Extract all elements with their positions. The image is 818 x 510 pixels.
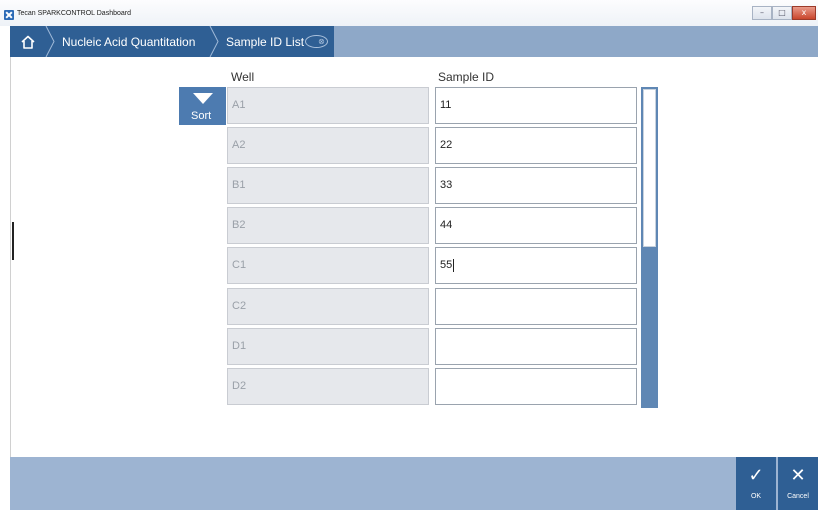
minimize-button[interactable]: – bbox=[752, 6, 772, 20]
window-titlebar: Tecan SPARKCONTROL Dashboard – □ x bbox=[0, 0, 818, 26]
sample-id-input[interactable]: 22 bbox=[435, 127, 637, 164]
left-divider bbox=[10, 57, 11, 457]
text-cursor-marker bbox=[12, 222, 14, 260]
sample-id-input[interactable]: 55 bbox=[435, 247, 637, 284]
sample-id-input[interactable] bbox=[435, 328, 637, 365]
breadcrumb-item-nucleic-acid-quantitation[interactable]: Nucleic Acid Quantitation bbox=[46, 26, 216, 57]
well-cell: D1 bbox=[227, 328, 429, 365]
well-cell: A1 bbox=[227, 87, 429, 124]
well-cell: B1 bbox=[227, 167, 429, 204]
cancel-label: Cancel bbox=[787, 493, 809, 500]
sample-id-input[interactable] bbox=[435, 368, 637, 405]
home-button[interactable] bbox=[10, 26, 46, 57]
app-logo-icon bbox=[4, 10, 14, 20]
breadcrumb: Nucleic Acid Quantitation Sample ID List… bbox=[10, 26, 818, 57]
well-cell: B2 bbox=[227, 207, 429, 244]
cancel-button[interactable]: ✕ Cancel bbox=[778, 457, 818, 510]
close-tab-icon[interactable]: ⊗ bbox=[305, 35, 328, 48]
text-caret bbox=[453, 258, 455, 272]
sample-id-input[interactable]: 33 bbox=[435, 167, 637, 204]
close-window-button[interactable]: x bbox=[792, 6, 816, 20]
sample-id-value: 22 bbox=[440, 139, 453, 151]
breadcrumb-item-sample-id-list: Sample ID List ⊗ bbox=[216, 26, 334, 57]
column-header-well: Well bbox=[231, 70, 255, 84]
sort-button[interactable]: Sort bbox=[179, 87, 226, 125]
sample-id-value: 33 bbox=[440, 179, 453, 191]
ok-label: OK bbox=[750, 493, 762, 500]
well-cell: A2 bbox=[227, 127, 429, 164]
breadcrumb-label: Sample ID List bbox=[226, 34, 305, 49]
vertical-scrollbar[interactable] bbox=[641, 87, 658, 408]
sample-id-input[interactable] bbox=[435, 288, 637, 325]
footer-bar bbox=[10, 457, 818, 510]
sample-id-value: 55 bbox=[440, 259, 453, 271]
breadcrumb-label: Nucleic Acid Quantitation bbox=[62, 34, 196, 49]
maximize-button[interactable]: □ bbox=[772, 6, 792, 20]
ok-button[interactable]: ✓ OK bbox=[736, 457, 776, 510]
sample-id-value: 44 bbox=[440, 219, 453, 231]
sample-id-input[interactable]: 44 bbox=[435, 207, 637, 244]
chevron-right-icon bbox=[45, 26, 55, 57]
scrollbar-thumb[interactable] bbox=[643, 89, 656, 247]
home-icon bbox=[21, 35, 35, 49]
well-cell: D2 bbox=[227, 368, 429, 405]
well-cell: C1 bbox=[227, 247, 429, 284]
checkmark-icon: ✓ bbox=[748, 465, 764, 485]
close-icon: ✕ bbox=[790, 465, 806, 485]
sort-down-icon bbox=[193, 93, 213, 104]
sort-label: Sort bbox=[191, 110, 212, 122]
sample-id-value: 11 bbox=[440, 99, 452, 111]
chevron-right-icon bbox=[209, 26, 219, 57]
well-cell: C2 bbox=[227, 288, 429, 325]
column-header-sample-id: Sample ID bbox=[438, 70, 495, 84]
window-controls: – □ x bbox=[752, 6, 816, 20]
sample-id-input[interactable]: 11 bbox=[435, 87, 637, 124]
window-title: Tecan SPARKCONTROL Dashboard bbox=[17, 10, 131, 17]
